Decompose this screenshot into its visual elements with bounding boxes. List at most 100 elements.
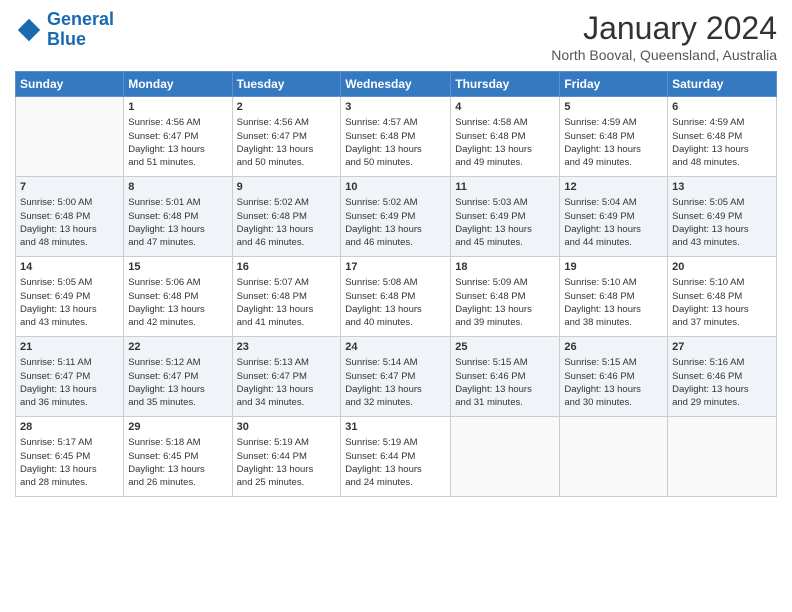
day-number: 13	[672, 180, 772, 195]
day-info-line: Sunset: 6:49 PM	[20, 290, 119, 303]
day-info-line: Daylight: 13 hours	[455, 383, 555, 396]
day-info-line: and 37 minutes.	[672, 316, 772, 329]
day-info-line: Daylight: 13 hours	[672, 383, 772, 396]
day-info-line: Sunrise: 5:03 AM	[455, 196, 555, 209]
weekday-header: Tuesday	[232, 72, 341, 97]
day-info-line: Sunrise: 5:10 AM	[564, 276, 663, 289]
day-info-line: Sunset: 6:46 PM	[672, 370, 772, 383]
calendar-cell: 29Sunrise: 5:18 AMSunset: 6:45 PMDayligh…	[124, 417, 232, 497]
calendar-cell: 28Sunrise: 5:17 AMSunset: 6:45 PMDayligh…	[16, 417, 124, 497]
day-info-line: Sunset: 6:44 PM	[237, 450, 337, 463]
day-number: 31	[345, 420, 446, 435]
day-info-line: Sunset: 6:49 PM	[455, 210, 555, 223]
calendar-cell: 4Sunrise: 4:58 AMSunset: 6:48 PMDaylight…	[451, 97, 560, 177]
day-number: 5	[564, 100, 663, 115]
day-number: 3	[345, 100, 446, 115]
calendar-cell: 24Sunrise: 5:14 AMSunset: 6:47 PMDayligh…	[341, 337, 451, 417]
calendar-cell: 21Sunrise: 5:11 AMSunset: 6:47 PMDayligh…	[16, 337, 124, 417]
day-info-line: and 46 minutes.	[237, 236, 337, 249]
day-info-line: Daylight: 13 hours	[128, 383, 227, 396]
day-info-line: and 30 minutes.	[564, 396, 663, 409]
calendar-cell: 11Sunrise: 5:03 AMSunset: 6:49 PMDayligh…	[451, 177, 560, 257]
day-info-line: Sunset: 6:48 PM	[564, 130, 663, 143]
day-info-line: Sunrise: 5:13 AM	[237, 356, 337, 369]
day-info-line: and 38 minutes.	[564, 316, 663, 329]
day-info-line: and 28 minutes.	[20, 476, 119, 489]
day-info-line: Sunrise: 5:00 AM	[20, 196, 119, 209]
day-info-line: Daylight: 13 hours	[20, 463, 119, 476]
day-info-line: Sunrise: 5:12 AM	[128, 356, 227, 369]
day-info-line: Sunrise: 5:10 AM	[672, 276, 772, 289]
logo-icon	[15, 16, 43, 44]
subtitle: North Booval, Queensland, Australia	[551, 47, 777, 63]
day-info-line: Daylight: 13 hours	[455, 143, 555, 156]
page: General Blue January 2024 North Booval, …	[0, 0, 792, 612]
day-info-line: Daylight: 13 hours	[237, 303, 337, 316]
calendar-cell: 25Sunrise: 5:15 AMSunset: 6:46 PMDayligh…	[451, 337, 560, 417]
day-info-line: Daylight: 13 hours	[564, 143, 663, 156]
weekday-header: Thursday	[451, 72, 560, 97]
day-number: 8	[128, 180, 227, 195]
day-number: 27	[672, 340, 772, 355]
day-info-line: and 42 minutes.	[128, 316, 227, 329]
calendar-cell: 15Sunrise: 5:06 AMSunset: 6:48 PMDayligh…	[124, 257, 232, 337]
day-info-line: Daylight: 13 hours	[455, 303, 555, 316]
calendar-cell	[16, 97, 124, 177]
calendar-cell: 14Sunrise: 5:05 AMSunset: 6:49 PMDayligh…	[16, 257, 124, 337]
day-info-line: Daylight: 13 hours	[128, 463, 227, 476]
weekday-header: Sunday	[16, 72, 124, 97]
day-number: 26	[564, 340, 663, 355]
logo-line1: General	[47, 9, 114, 29]
calendar-cell: 19Sunrise: 5:10 AMSunset: 6:48 PMDayligh…	[560, 257, 668, 337]
day-info-line: Daylight: 13 hours	[564, 303, 663, 316]
day-info-line: Daylight: 13 hours	[345, 383, 446, 396]
day-info-line: Daylight: 13 hours	[455, 223, 555, 236]
day-info-line: Daylight: 13 hours	[672, 223, 772, 236]
day-info-line: and 31 minutes.	[455, 396, 555, 409]
calendar-cell: 3Sunrise: 4:57 AMSunset: 6:48 PMDaylight…	[341, 97, 451, 177]
day-info-line: Daylight: 13 hours	[564, 223, 663, 236]
weekday-header: Friday	[560, 72, 668, 97]
calendar-cell: 12Sunrise: 5:04 AMSunset: 6:49 PMDayligh…	[560, 177, 668, 257]
day-info-line: Daylight: 13 hours	[345, 223, 446, 236]
day-info-line: Daylight: 13 hours	[672, 143, 772, 156]
day-number: 24	[345, 340, 446, 355]
day-info-line: Sunset: 6:47 PM	[237, 130, 337, 143]
day-info-line: and 48 minutes.	[672, 156, 772, 169]
day-info-line: and 39 minutes.	[455, 316, 555, 329]
day-info-line: Sunset: 6:47 PM	[345, 370, 446, 383]
day-info-line: Sunrise: 5:15 AM	[455, 356, 555, 369]
day-info-line: Sunrise: 5:19 AM	[237, 436, 337, 449]
day-info-line: Daylight: 13 hours	[345, 303, 446, 316]
day-info-line: and 48 minutes.	[20, 236, 119, 249]
day-info-line: Daylight: 13 hours	[128, 303, 227, 316]
calendar-cell: 8Sunrise: 5:01 AMSunset: 6:48 PMDaylight…	[124, 177, 232, 257]
day-info-line: and 26 minutes.	[128, 476, 227, 489]
day-number: 14	[20, 260, 119, 275]
day-info-line: and 43 minutes.	[672, 236, 772, 249]
calendar-week-row: 14Sunrise: 5:05 AMSunset: 6:49 PMDayligh…	[16, 257, 777, 337]
day-info-line: Sunrise: 5:17 AM	[20, 436, 119, 449]
day-info-line: and 45 minutes.	[455, 236, 555, 249]
day-info-line: Sunset: 6:49 PM	[672, 210, 772, 223]
day-number: 15	[128, 260, 227, 275]
calendar-cell: 27Sunrise: 5:16 AMSunset: 6:46 PMDayligh…	[668, 337, 777, 417]
month-title: January 2024	[551, 10, 777, 47]
day-info-line: Sunset: 6:48 PM	[128, 210, 227, 223]
day-number: 23	[237, 340, 337, 355]
day-info-line: and 29 minutes.	[672, 396, 772, 409]
day-info-line: Sunrise: 5:18 AM	[128, 436, 227, 449]
calendar-cell: 17Sunrise: 5:08 AMSunset: 6:48 PMDayligh…	[341, 257, 451, 337]
day-number: 12	[564, 180, 663, 195]
day-info-line: Sunset: 6:48 PM	[564, 290, 663, 303]
day-info-line: Sunrise: 4:59 AM	[564, 116, 663, 129]
day-info-line: Sunrise: 4:59 AM	[672, 116, 772, 129]
day-info-line: Sunset: 6:48 PM	[20, 210, 119, 223]
calendar-cell	[451, 417, 560, 497]
day-info-line: Sunset: 6:48 PM	[455, 290, 555, 303]
day-info-line: and 36 minutes.	[20, 396, 119, 409]
day-info-line: Sunset: 6:47 PM	[128, 130, 227, 143]
day-info-line: Sunset: 6:47 PM	[20, 370, 119, 383]
day-info-line: Daylight: 13 hours	[237, 223, 337, 236]
day-number: 21	[20, 340, 119, 355]
